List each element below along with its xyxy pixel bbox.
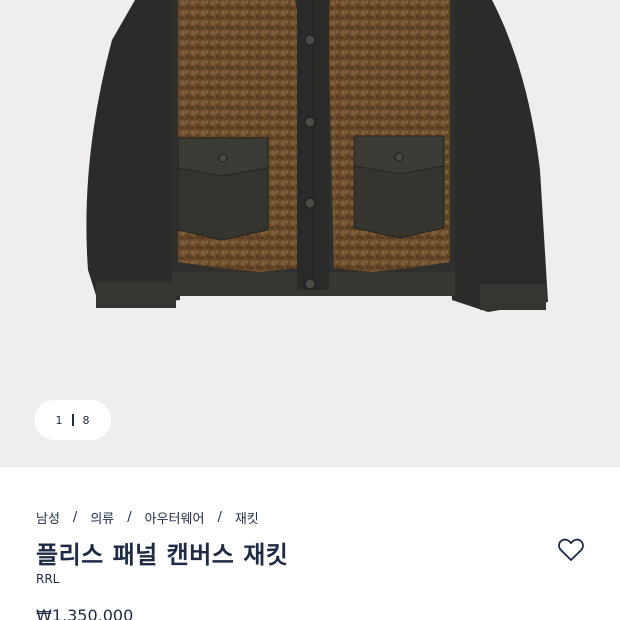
- breadcrumb-item-men[interactable]: 남성: [36, 508, 60, 527]
- product-price: ₩1,350,000: [36, 606, 134, 620]
- heart-icon: [558, 538, 584, 561]
- product-image-gallery[interactable]: 1 8: [0, 0, 620, 467]
- breadcrumb: 남성 / 의류 / 아우터웨어 / 재킷: [36, 508, 259, 527]
- jacket-product-photo: [86, 0, 548, 312]
- wishlist-button[interactable]: [557, 537, 585, 563]
- product-title: 플리스 패널 캔버스 재킷: [36, 540, 289, 569]
- breadcrumb-separator: /: [217, 510, 222, 525]
- breadcrumb-separator: /: [72, 510, 78, 525]
- pager-total: 8: [82, 413, 90, 427]
- product-brand[interactable]: RRL: [36, 572, 59, 586]
- breadcrumb-item-clothing[interactable]: 의류: [90, 508, 114, 527]
- breadcrumb-item-outerwear[interactable]: 아우터웨어: [145, 508, 205, 527]
- breadcrumb-separator: /: [127, 510, 132, 525]
- breadcrumb-item-jackets[interactable]: 재킷: [235, 508, 259, 527]
- pager-divider: [71, 414, 74, 426]
- pager-current: 1: [55, 413, 63, 427]
- image-pager[interactable]: 1 8: [34, 400, 111, 440]
